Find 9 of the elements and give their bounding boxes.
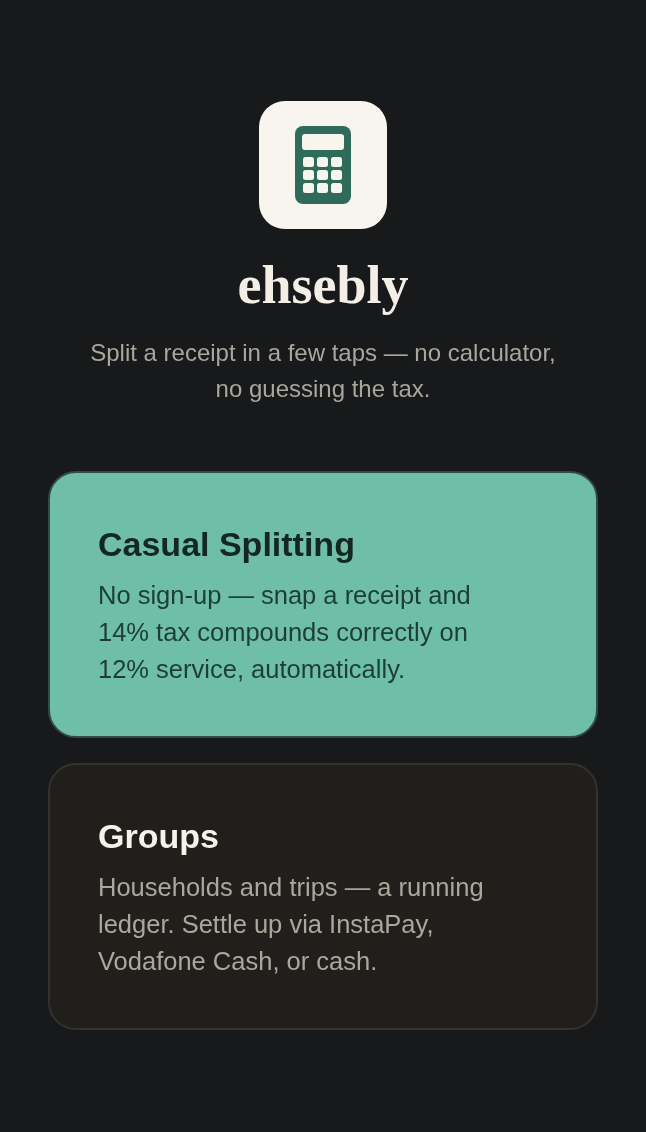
option-description: Households and trips — a running ledger. Settle up via InstaPay, Vodafone Cash, or cash.: [98, 872, 485, 977]
option-title: Casual Splitting: [98, 524, 355, 565]
option-title: Groups: [98, 816, 219, 857]
mode-option-card[interactable]: Groups Households and trips — a running ledger. Settle up via InstaPay, Vodafone Cash, or cash.: [48, 763, 598, 1030]
mode-option-card[interactable]: Casual Splitting No sign-up — snap a receipt and 14% tax compounds correctly on 12% service, automatically.: [48, 471, 598, 738]
app-name: ehsebly: [237, 254, 409, 317]
calculator-icon: [295, 126, 351, 204]
option-description: No sign-up — snap a receipt and 14% tax compounds correctly on 12% service, automatically.: [98, 580, 472, 685]
tagline: Split a receipt in a few taps — no calculator, no guessing the tax.: [89, 338, 557, 404]
